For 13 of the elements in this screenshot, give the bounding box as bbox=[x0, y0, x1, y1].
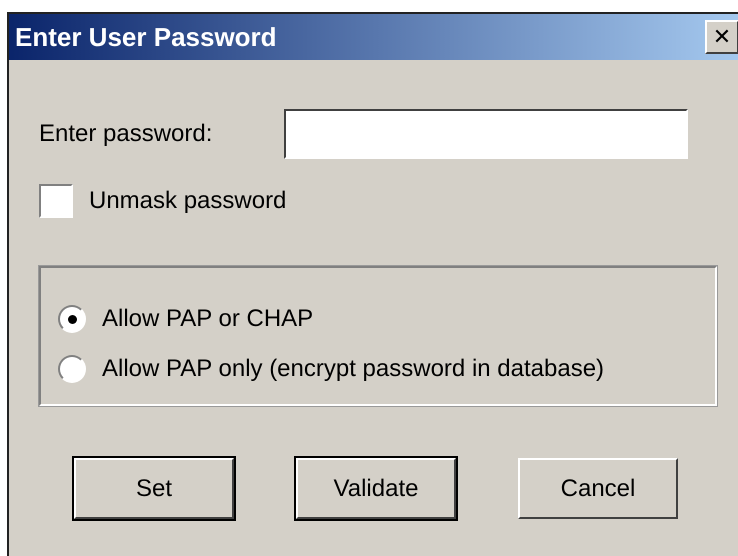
radio-label: Allow PAP or CHAP bbox=[102, 305, 314, 333]
window-title: Enter User Password bbox=[15, 22, 277, 52]
password-label: Enter password: bbox=[39, 120, 212, 148]
dialog-button[interactable]: Cancel bbox=[518, 458, 678, 519]
dialog-button[interactable]: Validate bbox=[296, 458, 456, 519]
radio-label: Allow PAP only (encrypt password in database) bbox=[102, 355, 604, 383]
radio-button[interactable] bbox=[58, 355, 86, 383]
password-field[interactable] bbox=[284, 109, 688, 159]
checkbox-label: Unmask password bbox=[89, 187, 286, 215]
dialog-button[interactable]: Set bbox=[74, 458, 234, 519]
unmask-checkbox[interactable] bbox=[39, 184, 73, 218]
close-button[interactable]: ✕ bbox=[705, 20, 738, 54]
radio-button[interactable] bbox=[58, 305, 86, 333]
